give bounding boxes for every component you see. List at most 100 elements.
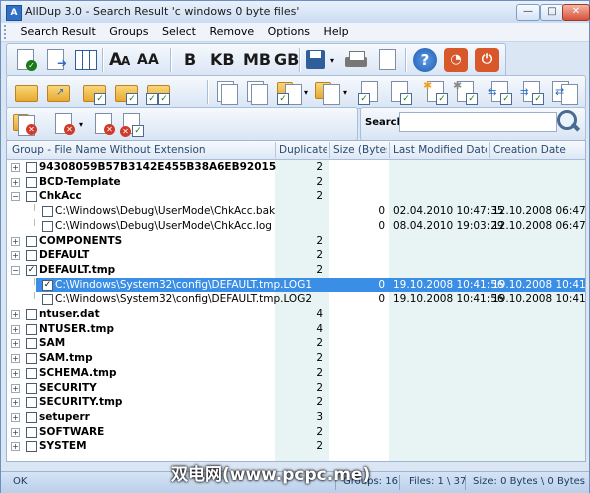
size-kb-icon[interactable]: KB [210, 50, 235, 69]
doc-check-4-icon[interactable]: ✓ [387, 79, 413, 105]
menu-select[interactable]: Select [157, 23, 201, 41]
group-row[interactable]: +94308059B57B3142E455B38A6EB92015 2 [7, 160, 585, 175]
group-row[interactable]: + ntuser.dat 4 [7, 307, 585, 322]
folder-open-icon[interactable]: ↗ [45, 79, 71, 105]
group-row[interactable]: + SAM.tmp 2 [7, 351, 585, 366]
group-row[interactable]: + COMPONENTS 2 [7, 234, 585, 249]
group-checkbox[interactable] [26, 382, 37, 394]
expand-icon[interactable]: + [11, 398, 20, 408]
uncheck-doc-2-icon[interactable]: ✕ [91, 111, 117, 137]
doc-check-2-icon[interactable] [243, 79, 269, 105]
doc-check-icon[interactable] [213, 79, 239, 105]
group-row[interactable]: + DEFAULT 2 [7, 248, 585, 263]
size-mb-icon[interactable]: MB [243, 50, 271, 69]
column-header-name[interactable]: Group - File Name Without Extension [12, 144, 270, 156]
group-row[interactable]: − ✓ DEFAULT.tmp 2 [7, 263, 585, 278]
group-checkbox[interactable] [26, 162, 37, 173]
group-checkbox[interactable] [26, 353, 37, 365]
column-header-size[interactable]: Size (Bytes) [333, 144, 387, 156]
doc-check-3-icon[interactable]: ✓ [357, 79, 383, 105]
menu-grip[interactable] [4, 25, 9, 39]
file-checkbox[interactable] [42, 220, 53, 232]
doc-arrow-check-2-icon[interactable]: ⇉ ✓ [519, 79, 545, 105]
column-header-duplicates[interactable]: Duplicates [279, 144, 327, 156]
collapse-icon[interactable]: − [11, 265, 20, 275]
group-row[interactable]: + SAM 2 [7, 336, 585, 351]
menu-help[interactable]: Help [319, 23, 354, 41]
group-checkbox[interactable] [26, 441, 37, 453]
size-bytes-icon[interactable]: B [184, 50, 196, 69]
group-row[interactable]: + BCD-Template 2 [7, 175, 585, 190]
menu-groups[interactable]: Groups [104, 23, 153, 41]
doc-star-check-icon[interactable]: ✱ ✓ [423, 79, 449, 105]
column-header-created[interactable]: Creation Date [493, 144, 583, 156]
group-checkbox[interactable] [26, 235, 37, 247]
group-row[interactable]: + SECURITY 2 [7, 381, 585, 396]
page-setup-icon[interactable] [373, 47, 399, 73]
expand-icon[interactable]: + [11, 368, 20, 378]
save-icon[interactable] [303, 47, 329, 73]
group-row[interactable]: + SECURITY.tmp 2 [7, 395, 585, 410]
folder-check-icon[interactable]: ✓ [81, 79, 107, 105]
expand-icon[interactable]: + [11, 442, 20, 452]
expand-icon[interactable]: + [11, 412, 20, 422]
expand-icon[interactable]: + [11, 310, 20, 319]
expand-icon[interactable]: + [11, 354, 20, 364]
group-row[interactable]: + SCHEMA.tmp 2 [7, 366, 585, 381]
folder-check-all-icon[interactable]: ✓ [113, 79, 139, 105]
expand-icon[interactable]: + [11, 177, 20, 187]
file-checkbox[interactable]: ✓ [42, 279, 53, 291]
uncheck-all-icon[interactable]: ✕ [13, 111, 39, 137]
file-checkbox[interactable] [42, 294, 53, 306]
title-bar[interactable]: A AllDup 3.0 - Search Result 'c windows … [1, 1, 590, 24]
doc-arrows-icon[interactable]: ⇄ [551, 79, 578, 105]
group-checkbox[interactable] [26, 411, 37, 423]
maximize-button[interactable]: □ [540, 4, 564, 21]
expand-icon[interactable]: + [11, 427, 20, 437]
close-button[interactable]: ✕ [562, 4, 590, 21]
sleep-icon[interactable]: ◔ [443, 47, 469, 73]
group-checkbox[interactable] [26, 176, 37, 188]
select-all-icon[interactable]: ✓ [13, 47, 39, 73]
search-icon[interactable] [555, 108, 581, 134]
doc-folder-check-icon[interactable]: ✓ [277, 79, 303, 105]
group-checkbox[interactable] [26, 426, 37, 438]
print-icon[interactable] [343, 47, 369, 73]
group-checkbox[interactable] [26, 323, 37, 335]
expand-icon[interactable]: + [11, 324, 20, 334]
search-input[interactable] [399, 112, 557, 132]
group-row[interactable]: − ChkAcc 2 [7, 189, 585, 204]
menu-remove[interactable]: Remove [204, 23, 259, 41]
file-row[interactable]: ✓ C:\Windows\System32\config\DEFAULT.tmp.… [7, 277, 585, 293]
uncheck-doc-dropdown-icon[interactable]: ▾ [79, 120, 83, 129]
doc-arrow-check-icon[interactable]: ⇆ ✓ [487, 79, 513, 105]
group-checkbox[interactable] [26, 309, 37, 320]
menu-search-result[interactable]: Search Result [16, 23, 101, 41]
group-checkbox[interactable]: ✓ [26, 264, 37, 276]
group-row[interactable]: + SYSTEM 2 [7, 439, 585, 454]
minimize-button[interactable]: — [516, 4, 540, 21]
file-row[interactable]: C:\Windows\Debug\UserMode\ChkAcc.bak 0 02.… [7, 204, 585, 219]
size-gb-icon[interactable]: GB [274, 50, 299, 69]
export-icon[interactable]: ➜ [43, 47, 69, 73]
group-checkbox[interactable] [26, 191, 37, 203]
column-header-modified[interactable]: Last Modified Date [393, 144, 487, 156]
uncheck-doc-icon[interactable]: ✕ [51, 111, 77, 137]
folder-icon[interactable] [13, 79, 39, 105]
uncheck-mixed-icon[interactable]: ✓ ✕ [119, 111, 145, 137]
columns-icon[interactable] [73, 47, 99, 73]
doc-star-check-2-icon[interactable]: ✱ ✓ [453, 79, 479, 105]
help-icon[interactable]: ? [412, 47, 438, 73]
group-checkbox[interactable] [26, 250, 37, 262]
expand-icon[interactable]: + [11, 339, 20, 349]
folder-check-multi-icon[interactable]: ✓ ✓ [145, 79, 171, 105]
group-row[interactable]: + setuperr 3 [7, 410, 585, 425]
expand-icon[interactable]: + [11, 163, 20, 172]
save-dropdown-icon[interactable]: ▾ [330, 56, 334, 65]
doc-folder-dropdown-icon[interactable]: ▾ [304, 88, 308, 97]
expand-icon[interactable]: + [11, 251, 20, 261]
group-checkbox[interactable] [26, 338, 37, 350]
doc-folder-check-2-icon[interactable] [315, 79, 341, 105]
doc-folder-2-dropdown-icon[interactable]: ▾ [343, 88, 347, 97]
collapse-icon[interactable]: − [11, 192, 20, 202]
